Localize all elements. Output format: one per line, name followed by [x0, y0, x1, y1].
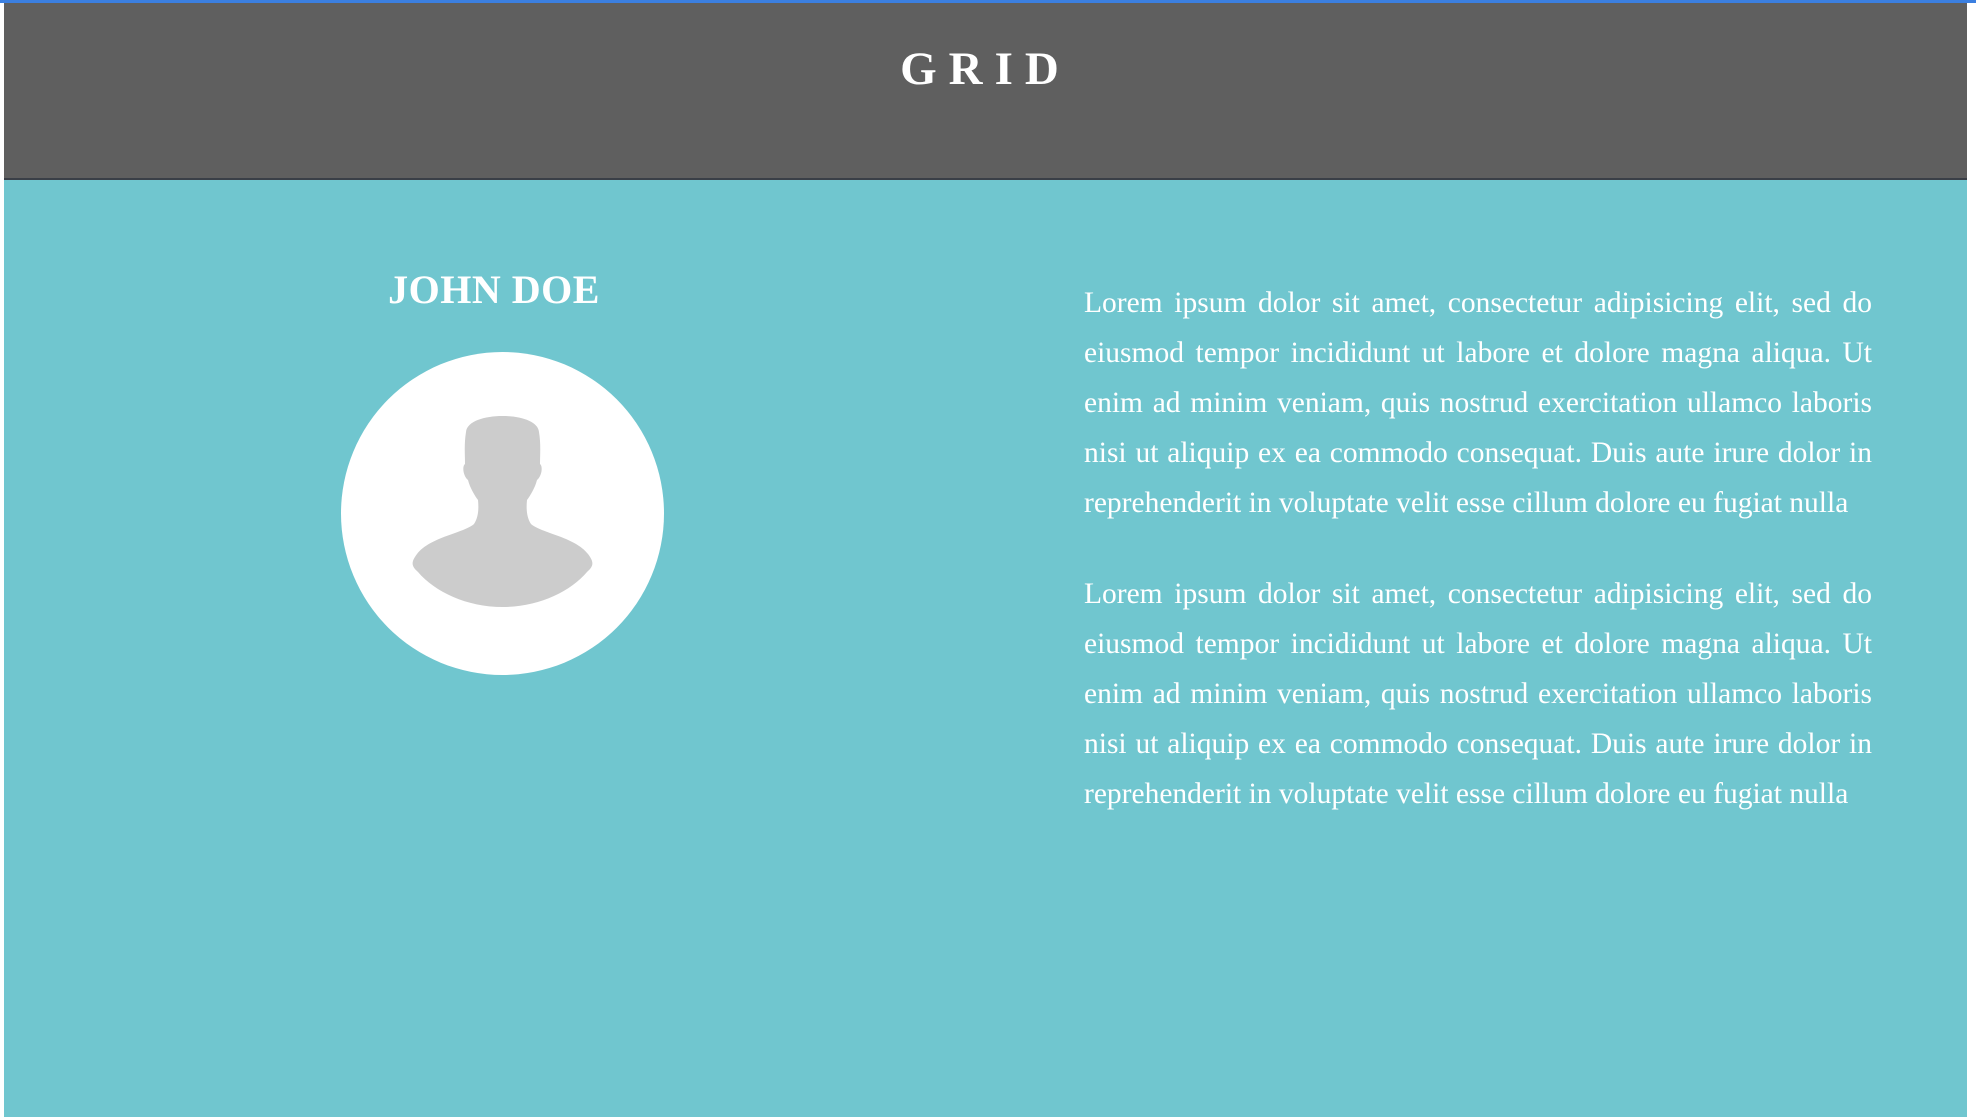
profile-column: JOHN DOE	[4, 180, 984, 1117]
page-title: GRID	[900, 43, 1071, 95]
avatar	[341, 352, 664, 675]
user-silhouette-icon	[412, 416, 593, 607]
main-section: JOHN DOE Lorem ipsum dolor sit amet, con…	[4, 180, 1967, 1117]
body-paragraph: Lorem ipsum dolor sit amet, consectetur …	[1084, 578, 1872, 810]
site-header: GRID	[4, 3, 1967, 180]
body-paragraph: Lorem ipsum dolor sit amet, consectetur …	[1084, 287, 1872, 519]
page: GRID JOHN DOE Lorem ipsum dolor sit amet…	[0, 0, 1976, 1120]
text-column: Lorem ipsum dolor sit amet, consectetur …	[1084, 278, 1872, 860]
profile-name: JOHN DOE	[388, 267, 600, 312]
